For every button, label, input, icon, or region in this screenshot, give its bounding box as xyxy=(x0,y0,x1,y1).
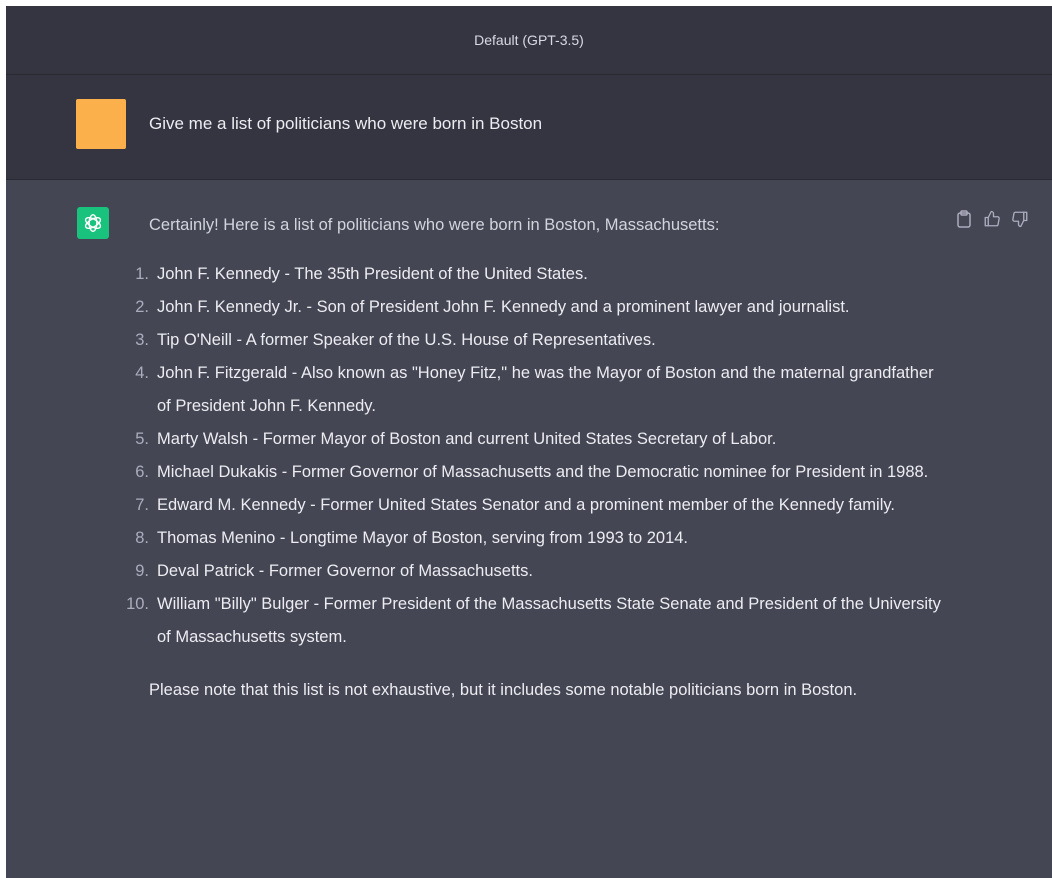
user-avatar xyxy=(76,99,126,149)
list-item-number: 8. xyxy=(135,529,149,547)
list-item-number: 3. xyxy=(135,331,149,349)
thumbs-up-button[interactable] xyxy=(982,208,1002,230)
assistant-message-row: Certainly! Here is a list of politicians… xyxy=(6,180,1052,878)
clipboard-icon xyxy=(957,210,971,228)
list-item-number: 4. xyxy=(135,364,149,382)
list-item-number: 10. xyxy=(126,595,149,613)
list-item-number: 2. xyxy=(135,298,149,316)
thumbs-down-icon xyxy=(1012,211,1028,228)
user-message-row: Give me a list of politicians who were b… xyxy=(6,75,1052,180)
list-item-text: Michael Dukakis - Former Governor of Mas… xyxy=(157,463,929,481)
model-header: Default (GPT-3.5) xyxy=(6,6,1052,75)
list-item-text: John F. Kennedy Jr. - Son of President J… xyxy=(157,298,850,316)
list-item: 2. John F. Kennedy Jr. - Son of President… xyxy=(135,291,949,324)
message-actions xyxy=(954,208,1030,230)
list-item-number: 9. xyxy=(135,562,149,580)
thumbs-down-button[interactable] xyxy=(1010,208,1030,230)
list-item: 5. Marty Walsh - Former Mayor of Boston a… xyxy=(135,423,949,456)
list-item: 6. Michael Dukakis - Former Governor of M… xyxy=(135,456,949,489)
list-item-number: 5. xyxy=(135,430,149,448)
list-item: 9. Deval Patrick - Former Governor of Mas… xyxy=(135,555,949,588)
list-item: 7. Edward M. Kennedy - Former United Stat… xyxy=(135,489,949,522)
list-item-text: Edward M. Kennedy - Former United States… xyxy=(157,496,895,514)
assistant-message-content: Certainly! Here is a list of politicians… xyxy=(126,212,949,707)
list-item-number: 1. xyxy=(135,265,149,283)
list-item-text: Tip O'Neill - A former Speaker of the U.… xyxy=(157,331,656,349)
list-item: 8. Thomas Menino - Longtime Mayor of Bost… xyxy=(135,522,949,555)
list-item-text: Deval Patrick - Former Governor of Massa… xyxy=(157,562,533,580)
list-item: 10. William "Billy" Bulger - Former Presi… xyxy=(126,588,949,654)
assistant-note: Please note that this list is not exhaus… xyxy=(149,681,858,699)
list-item-text: Thomas Menino - Longtime Mayor of Boston… xyxy=(157,529,689,547)
list-item: 3. Tip O'Neill - A former Speaker of the … xyxy=(135,324,949,357)
chat-window: Default (GPT-3.5) Give me a list of poli… xyxy=(6,6,1052,878)
list-item-text: John F. Kennedy - The 35th President of … xyxy=(157,265,588,283)
assistant-intro: Certainly! Here is a list of politicians… xyxy=(149,216,720,234)
list-item-text: John F. Fitzgerald - Also known as "Hone… xyxy=(157,364,934,415)
list-item-text: Marty Walsh - Former Mayor of Boston and… xyxy=(157,430,777,448)
list-item: 4. John F. Fitzgerald - Also known as "Ho… xyxy=(135,357,949,423)
list-item: 1. John F. Kennedy - The 35th President o… xyxy=(135,258,949,291)
user-message-text: Give me a list of politicians who were b… xyxy=(149,114,543,133)
openai-logo-icon xyxy=(84,214,102,232)
politicians-list: 1. John F. Kennedy - The 35th President o… xyxy=(126,258,949,654)
list-item-number: 7. xyxy=(135,496,149,514)
list-item-number: 6. xyxy=(135,463,149,481)
copy-button[interactable] xyxy=(954,208,974,230)
model-label: Default (GPT-3.5) xyxy=(474,32,584,48)
list-item-text: William "Billy" Bulger - Former Presiden… xyxy=(157,595,941,646)
assistant-avatar xyxy=(77,207,109,239)
thumbs-up-icon xyxy=(984,210,1000,227)
